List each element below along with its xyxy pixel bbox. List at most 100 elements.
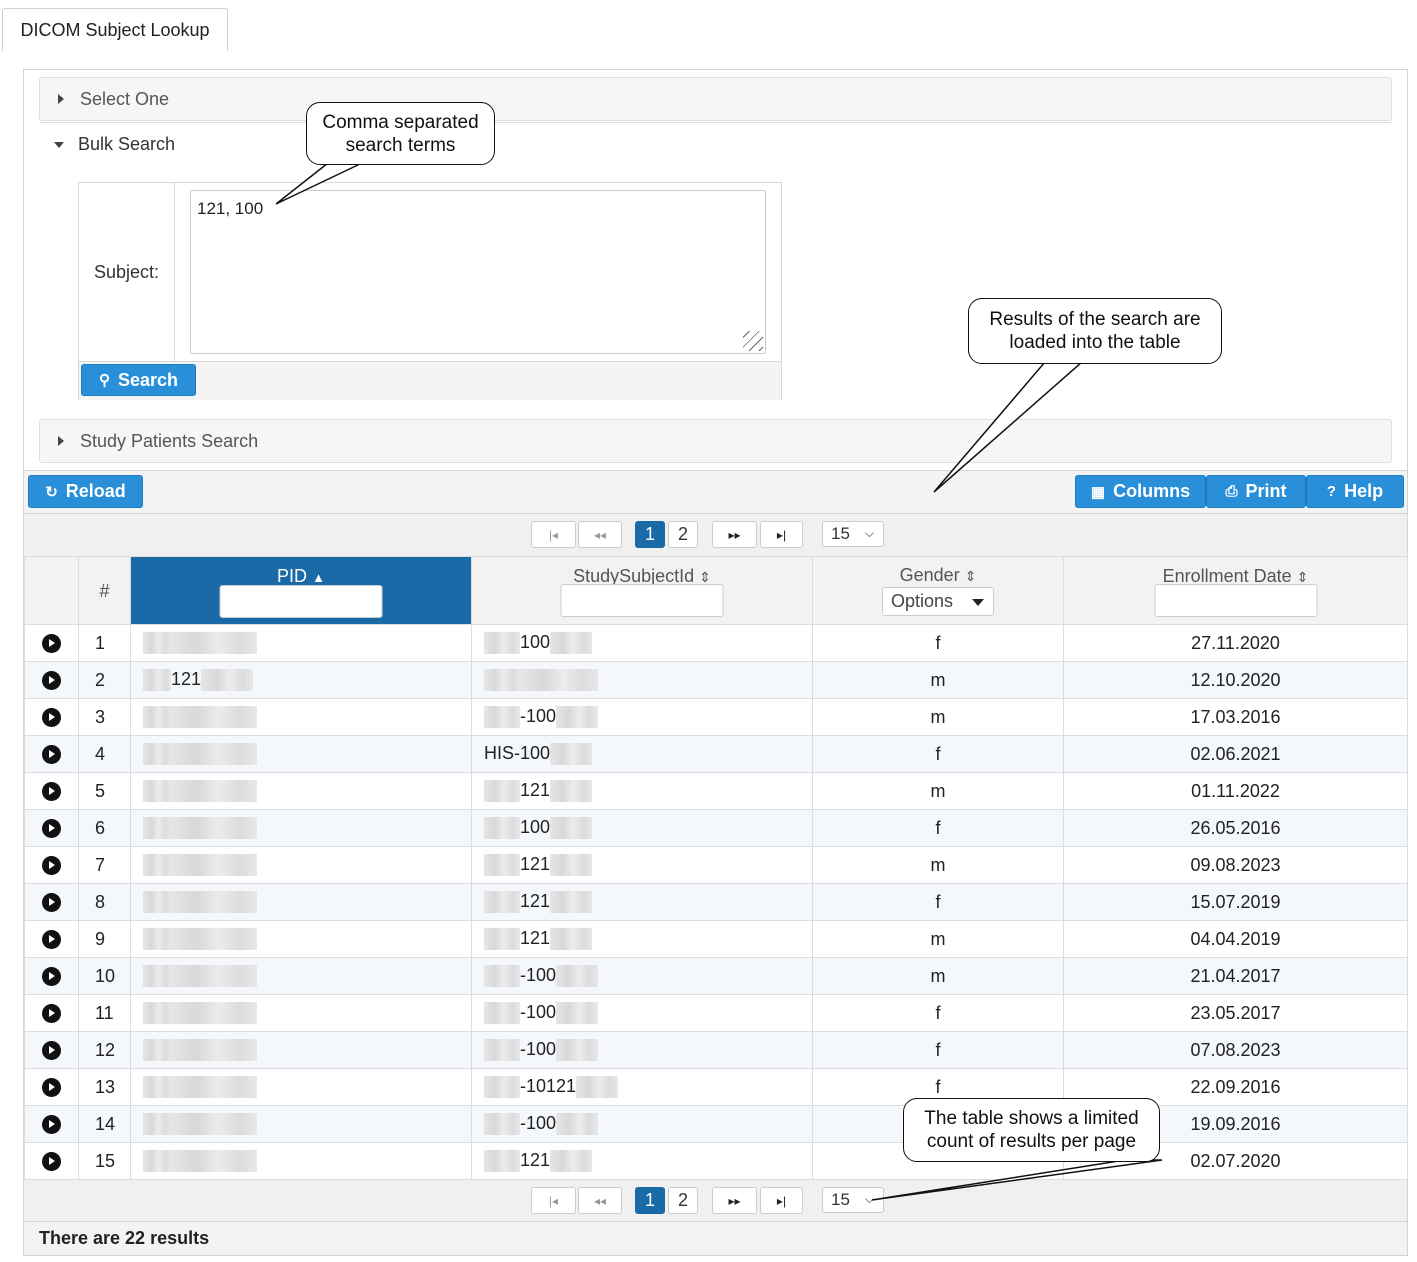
table-row[interactable]: 12 -100 f 07.08.2023 [24, 1031, 1408, 1069]
redacted-block [556, 706, 599, 729]
row-action-cell[interactable] [24, 735, 79, 773]
table-row[interactable]: 2 121 m 12.10.2020 [24, 661, 1408, 699]
row-action-cell[interactable] [24, 624, 79, 662]
search-button[interactable]: ⚲ Search [81, 364, 196, 396]
play-circle-icon[interactable] [42, 782, 61, 802]
study-subject-id-filter-input[interactable] [560, 584, 724, 617]
pager-first-button[interactable]: |◂ [531, 521, 576, 548]
header-study-subject-id[interactable]: StudySubjectId ⇕ [471, 556, 813, 625]
table-row[interactable]: 1 100 f 27.11.2020 [24, 624, 1408, 662]
columns-button[interactable]: ▦ Columns [1075, 475, 1206, 508]
pager-prev-button[interactable]: ◂◂ [578, 1187, 622, 1214]
page-size-select[interactable]: 15 ⌵ [822, 1187, 884, 1213]
pid-cell [130, 1105, 472, 1143]
play-circle-icon[interactable] [42, 1041, 61, 1061]
play-circle-icon[interactable] [42, 1152, 61, 1172]
play-circle-icon[interactable] [42, 708, 61, 728]
row-action-cell[interactable] [24, 994, 79, 1032]
print-button[interactable]: ⎙ Print [1206, 475, 1306, 508]
enrollment-date-filter-input[interactable] [1154, 584, 1317, 617]
table-row[interactable]: 7 121 m 09.08.2023 [24, 846, 1408, 884]
table-row[interactable]: 4 HIS-100 f 02.06.2021 [24, 735, 1408, 773]
table-row[interactable]: 3 -100 m 17.03.2016 [24, 698, 1408, 736]
reload-button[interactable]: ↻ Reload [28, 475, 143, 508]
row-action-cell[interactable] [24, 809, 79, 847]
help-button[interactable]: ? Help [1306, 475, 1404, 508]
play-circle-icon[interactable] [42, 745, 61, 765]
header-enrollment-date[interactable]: Enrollment Date ⇕ [1063, 556, 1408, 625]
pager-page-2[interactable]: 2 [668, 521, 698, 548]
table-row[interactable]: 5 121 m 01.11.2022 [24, 772, 1408, 810]
redacted-block [171, 743, 257, 766]
table-row[interactable]: 6 100 f 26.05.2016 [24, 809, 1408, 847]
redacted-block [550, 817, 593, 840]
pid-cell [130, 883, 472, 921]
row-action-cell[interactable] [24, 1068, 79, 1106]
accordion-bulk-search[interactable]: Bulk Search [39, 122, 1392, 166]
study-subject-id-cell: 121 [471, 772, 813, 810]
page-size-value: 15 [831, 1190, 850, 1209]
gender-filter-select[interactable]: Options [882, 587, 994, 616]
resize-grip-icon[interactable] [743, 331, 763, 351]
table-row[interactable]: 8 121 f 15.07.2019 [24, 883, 1408, 921]
pager-page-1[interactable]: 1 [635, 521, 665, 548]
study-subject-id-cell: -100 [471, 994, 813, 1032]
redacted-block [484, 632, 520, 655]
row-action-cell[interactable] [24, 772, 79, 810]
row-action-cell[interactable] [24, 846, 79, 884]
play-circle-icon[interactable] [42, 1004, 61, 1024]
play-circle-icon[interactable] [42, 1078, 61, 1098]
row-action-cell[interactable] [24, 1142, 79, 1180]
redacted-block [484, 854, 520, 877]
pid-cell [130, 1031, 472, 1069]
redacted-block [556, 1039, 599, 1062]
play-circle-icon[interactable] [42, 634, 61, 654]
header-pid[interactable]: PID ▲ [130, 556, 472, 625]
play-circle-icon[interactable] [42, 671, 61, 691]
sid-value: 121 [520, 1149, 551, 1170]
play-circle-icon[interactable] [42, 1115, 61, 1135]
table-row[interactable]: 13 -10121 f 22.09.2016 [24, 1068, 1408, 1106]
pager-page-1[interactable]: 1 [635, 1187, 665, 1214]
play-circle-icon[interactable] [42, 967, 61, 987]
header-action [24, 556, 79, 625]
subject-textarea[interactable]: 121, 100 [190, 190, 766, 354]
play-circle-icon[interactable] [42, 819, 61, 839]
pager-last-button[interactable]: ▸| [760, 1187, 803, 1214]
row-action-cell[interactable] [24, 883, 79, 921]
tab-dicom-subject-lookup[interactable]: DICOM Subject Lookup [2, 8, 228, 51]
table-row[interactable]: 11 -100 f 23.05.2017 [24, 994, 1408, 1032]
gender-cell: m [812, 920, 1064, 958]
redacted-block [484, 928, 520, 951]
reload-icon: ↻ [45, 483, 58, 501]
row-action-cell[interactable] [24, 661, 79, 699]
play-circle-icon[interactable] [42, 930, 61, 950]
row-action-cell[interactable] [24, 957, 79, 995]
play-circle-icon[interactable] [42, 893, 61, 913]
row-action-cell[interactable] [24, 698, 79, 736]
pager-first-button[interactable]: |◂ [531, 1187, 576, 1214]
row-action-cell[interactable] [24, 1105, 79, 1143]
table-row[interactable]: 9 121 m 04.04.2019 [24, 920, 1408, 958]
table-row[interactable]: 15 121 02.07.2020 [24, 1142, 1408, 1180]
accordion-study-patients-search[interactable]: Study Patients Search [39, 419, 1392, 463]
page-size-select[interactable]: 15 ⌵ [822, 521, 884, 547]
play-circle-icon[interactable] [42, 856, 61, 876]
table-row[interactable]: 14 -100 19.09.2016 [24, 1105, 1408, 1143]
redacted-block [550, 928, 593, 951]
pager-page-2[interactable]: 2 [668, 1187, 698, 1214]
table-row[interactable]: 10 -100 m 21.04.2017 [24, 957, 1408, 995]
accordion-select-one[interactable]: Select One [39, 77, 1392, 121]
pager-prev-button[interactable]: ◂◂ [578, 521, 622, 548]
header-gender[interactable]: Gender ⇕ Options [812, 556, 1064, 625]
row-action-cell[interactable] [24, 1031, 79, 1069]
pager-next-button[interactable]: ▸▸ [712, 1187, 757, 1214]
pager-next-button[interactable]: ▸▸ [712, 521, 757, 548]
pid-filter-input[interactable] [219, 585, 383, 618]
pager-last-button[interactable]: ▸| [760, 521, 803, 548]
sort-icon: ⇕ [699, 569, 711, 585]
redacted-block [143, 928, 171, 951]
row-action-cell[interactable] [24, 920, 79, 958]
row-index: 6 [78, 809, 131, 847]
sid-value: 121 [520, 927, 551, 948]
